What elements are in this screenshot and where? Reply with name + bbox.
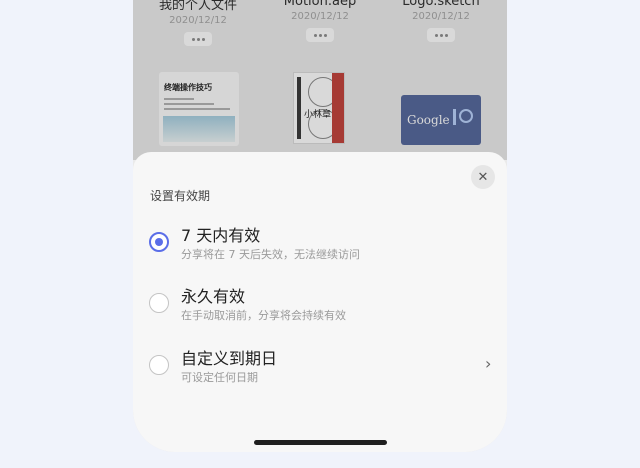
sheet-title: 设置有效期 [150,189,211,203]
file-date: 2020/12/12 [169,15,227,26]
option-title: 7 天内有效 [181,226,261,245]
option-7-days[interactable]: 7 天内有效 分享将在 7 天后失效，无法继续访问 [133,218,507,274]
file-name: 我的个人文件 [158,0,237,13]
option-title: 永久有效 [181,287,246,306]
file-thumbnail[interactable]: 终端操作技巧 [159,72,239,146]
thumbnail-image [163,116,235,142]
file-item[interactable]: 我的个人文件 2020/12/12 [143,0,253,46]
radio-button[interactable] [149,355,169,375]
radio-button[interactable] [149,293,169,313]
more-button[interactable] [306,28,334,42]
phone-frame: 我的个人文件 2020/12/12 Motion.aep 2020/12/12 … [133,0,507,452]
thumbnail-shape [453,109,456,125]
option-subtitle: 分享将在 7 天后失效，无法继续访问 [181,248,360,261]
radio-button[interactable] [149,232,169,252]
thumbnail-text: Google [407,113,450,127]
chevron-right-icon: › [485,354,492,373]
file-grid: 我的个人文件 2020/12/12 Motion.aep 2020/12/12 … [133,0,507,160]
file-name: Logo.sketch [402,0,480,9]
option-title: 自定义到期日 [181,349,278,368]
file-name: Motion.aep [283,0,357,9]
file-item[interactable]: Motion.aep 2020/12/12 [265,0,375,42]
option-custom-date[interactable]: 自定义到期日 可设定任何日期 › [133,342,507,398]
close-icon: ✕ [477,169,489,185]
file-date: 2020/12/12 [412,11,470,22]
thumbnail-title: 终端操作技巧 [164,83,212,92]
home-indicator[interactable] [254,440,387,445]
thumbnail-line [164,108,230,110]
thumbnail-bar [297,77,301,139]
close-button[interactable]: ✕ [471,165,495,189]
file-thumbnail[interactable]: Google [401,95,481,145]
thumbnail-shape [459,109,473,123]
file-date: 2020/12/12 [291,11,349,22]
file-item[interactable]: Logo.sketch 2020/12/12 [386,0,496,42]
expiry-sheet: 设置有效期 ✕ 7 天内有效 分享将在 7 天后失效，无法继续访问 永久有效 在… [133,152,507,452]
option-permanent[interactable]: 永久有效 在手动取消前，分享将会持续有效 [133,280,507,336]
more-button[interactable] [427,28,455,42]
file-thumbnail[interactable]: 小林章 [293,72,345,144]
more-button[interactable] [184,32,212,46]
thumbnail-text: 小林章 [304,110,332,120]
option-subtitle: 在手动取消前，分享将会持续有效 [181,309,346,322]
thumbnail-stripe [332,73,344,143]
option-subtitle: 可设定任何日期 [181,371,258,384]
thumbnail-line [164,98,194,100]
thumbnail-line [164,103,214,105]
